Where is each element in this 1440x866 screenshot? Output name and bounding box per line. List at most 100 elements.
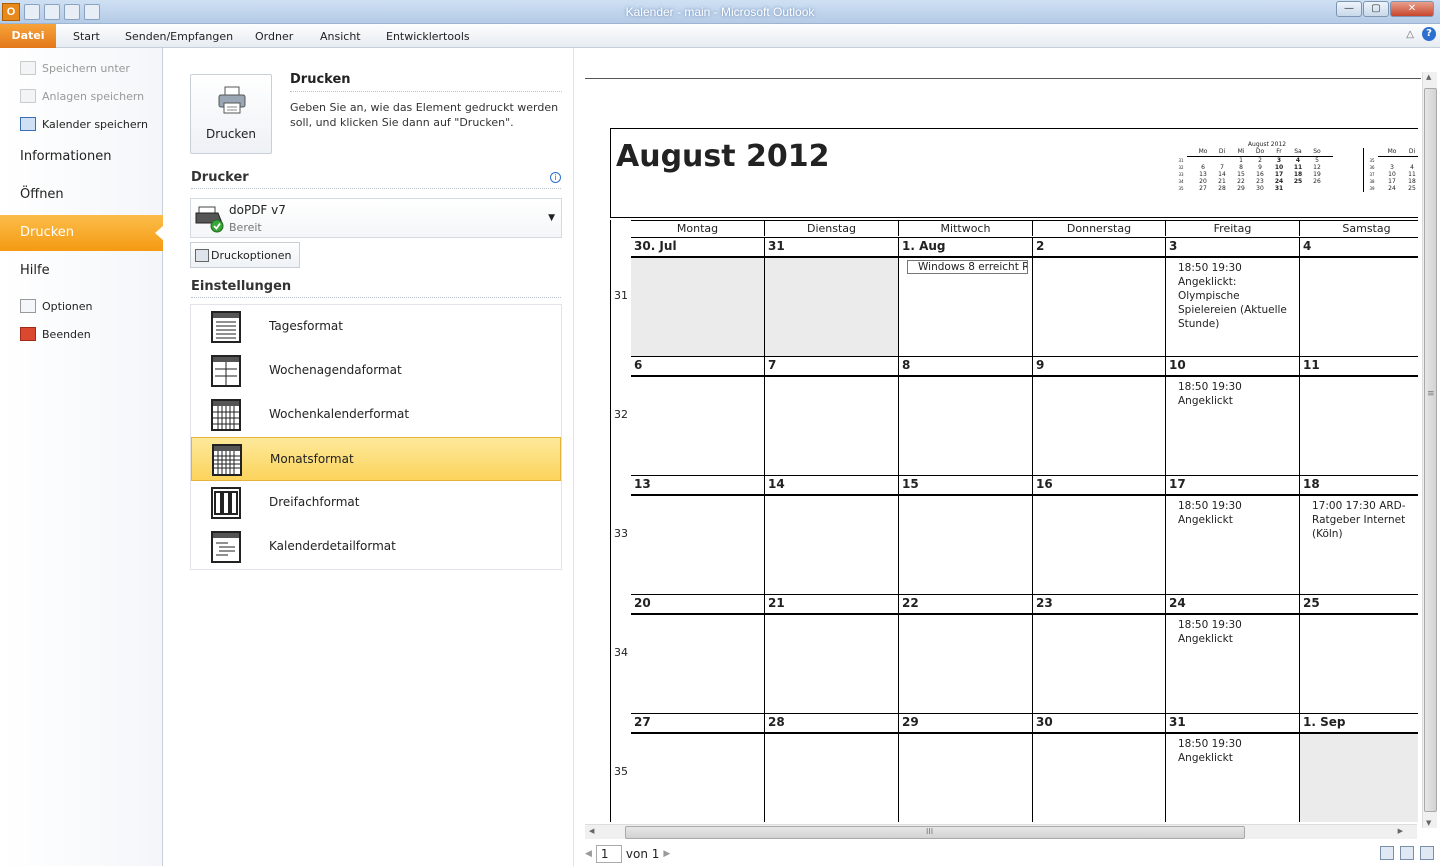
day-cell[interactable]: 15 [899,475,1033,594]
help-icon[interactable]: ? [1422,27,1436,41]
day-number: 15 [899,476,1032,496]
day-cell[interactable]: 9 [1033,356,1166,475]
page-number-input[interactable]: 1 [595,845,622,863]
mini-day: 4 [1410,164,1414,171]
week-row: 35 27 28 29 30 31 18:50 19:30 Angeklickt 1. Sep [611,713,1418,822]
print-options-label: Druckoptionen [211,248,292,262]
calendar-event[interactable]: 17:00 17:30 ARD-Ratgeber Internet (Köln) [1312,499,1418,541]
calendar-event[interactable]: Windows 8 erreicht RT [907,260,1028,274]
format-label: Tagesformat [269,319,343,333]
day-cell[interactable]: 10 18:50 19:30 Angeklickt [1166,356,1300,475]
format-wochenagendaformat[interactable]: Wochenagendaformat [191,349,561,393]
tab-senden-empfangen[interactable]: Senden/Empfangen [125,27,233,47]
nav-save-attachments-label: Anlagen speichern [42,89,145,103]
one-page-icon[interactable] [1400,846,1414,860]
scroll-left-icon[interactable]: ◀ [589,827,594,835]
maximize-button[interactable]: ▢ [1363,1,1389,17]
day-cell[interactable]: 1. Aug Windows 8 erreicht RT [899,237,1033,356]
horizontal-scroll-thumb[interactable]: III [625,826,1245,839]
nav-oeffnen[interactable]: Öffnen [0,177,163,213]
day-cell[interactable]: 28 [765,713,899,822]
day-cell[interactable]: 3 18:50 19:30 Angeklickt: Olympische Spie… [1166,237,1300,356]
day-cell[interactable]: 30 [1033,713,1166,822]
weekday-header: Montag [631,220,765,236]
week-row: 31 30. Jul 31 1. Aug Windows 8 erreicht RT 2 3… [611,237,1418,356]
day-cell[interactable]: 25 [1300,594,1418,713]
day-cell[interactable]: 31 [765,237,899,356]
previous-page-icon[interactable]: ◀ [585,849,592,859]
day-cell[interactable]: 21 [765,594,899,713]
calendar-event[interactable]: 18:50 19:30 Angeklickt [1178,618,1295,646]
minimize-button[interactable]: — [1336,1,1362,17]
format-tagesformat[interactable]: Tagesformat [191,305,561,349]
calendar-event[interactable]: 18:50 19:30 Angeklickt: Olympische Spiel… [1178,261,1295,331]
day-cell[interactable]: 7 [765,356,899,475]
day-cell[interactable]: 18 17:00 17:30 ARD-Ratgeber Internet (Köl… [1300,475,1418,594]
attachments-icon [20,89,36,103]
mini-day: 24 [1274,178,1284,185]
format-dreifachformat[interactable]: Dreifachformat [191,481,561,525]
day-cell[interactable]: 6 [631,356,765,475]
day-cell[interactable]: 13 [631,475,765,594]
day-cell[interactable]: 24 18:50 19:30 Angeklickt [1166,594,1300,713]
print-options-button[interactable]: Druckoptionen [190,242,300,268]
actual-size-icon[interactable] [1380,846,1394,860]
week-number: 35 [614,765,628,778]
format-kalenderdetailformat[interactable]: Kalenderdetailformat [191,525,561,569]
week-number: 32 [614,408,628,421]
nav-hilfe[interactable]: Hilfe [0,253,163,289]
tab-ordner[interactable]: Ordner [255,27,293,47]
vertical-scroll-thumb[interactable]: ≡ [1424,88,1437,812]
nav-beenden-label: Beenden [42,327,91,341]
nav-beenden[interactable]: Beenden [20,325,91,343]
vertical-scrollbar[interactable]: ▲ ≡ ▼ [1422,72,1437,828]
chevron-down-icon[interactable]: ▼ [548,213,555,223]
info-icon[interactable]: i [550,172,561,183]
calendar-event[interactable]: 18:50 19:30 Angeklickt [1178,380,1295,408]
weekday-header: Donnerstag [1033,220,1166,236]
nav-drucken[interactable]: Drucken [0,215,164,251]
mini-day: 14 [1218,171,1226,178]
format-monatsformat[interactable]: Monatsformat [191,437,561,481]
day-cell[interactable]: 20 [631,594,765,713]
tab-ansicht[interactable]: Ansicht [320,27,361,47]
day-cell[interactable]: 27 [631,713,765,822]
next-page-icon[interactable]: ▶ [663,849,670,859]
minimize-ribbon-icon[interactable]: △ [1406,29,1414,40]
preview-page[interactable]: August 2012 August 2012 Mo Di Mi Do Fr Sa So 31… [610,128,1418,822]
calendar-event[interactable]: 18:50 19:30 Angeklickt [1178,499,1295,527]
scroll-right-icon[interactable]: ▶ [1398,827,1403,835]
nav-save-calendar[interactable]: Kalender speichern [20,115,148,133]
day-cell[interactable]: 29 [899,713,1033,822]
day-cell[interactable]: 4 [1300,237,1418,356]
day-cell[interactable]: 11 [1300,356,1418,475]
day-cell[interactable]: 31 18:50 19:30 Angeklickt [1166,713,1300,822]
printer-dropdown[interactable]: doPDF v7 Bereit ▼ [190,198,562,238]
day-cell[interactable]: 8 [899,356,1033,475]
nav-save-attachments[interactable]: Anlagen speichern [20,87,144,105]
options-icon [20,299,36,313]
day-cell[interactable]: 17 18:50 19:30 Angeklickt [1166,475,1300,594]
day-cell[interactable]: 22 [899,594,1033,713]
day-cell[interactable]: 2 [1033,237,1166,356]
scroll-down-icon[interactable]: ▼ [1426,819,1431,827]
format-wochenkalenderformat[interactable]: Wochenkalenderformat [191,393,561,437]
multiple-pages-icon[interactable] [1420,846,1434,860]
nav-informationen[interactable]: Informationen [0,139,163,175]
nav-optionen[interactable]: Optionen [20,297,92,315]
nav-save-as[interactable]: Speichern unter [20,59,130,77]
horizontal-scrollbar[interactable]: ◀ III ▶ [585,824,1417,839]
tab-datei[interactable]: Datei [0,24,56,48]
print-button[interactable]: Drucken [190,74,272,154]
day-cell[interactable]: 30. Jul [631,237,765,356]
day-cell[interactable]: 1. Sep [1300,713,1418,822]
weekday-header: Dienstag [765,220,899,236]
close-button[interactable]: ✕ [1390,1,1434,17]
scroll-up-icon[interactable]: ▲ [1426,73,1431,81]
day-cell[interactable]: 23 [1033,594,1166,713]
day-cell[interactable]: 16 [1033,475,1166,594]
day-cell[interactable]: 14 [765,475,899,594]
tab-entwicklertools[interactable]: Entwicklertools [386,27,470,47]
tab-start[interactable]: Start [73,27,100,47]
calendar-event[interactable]: 18:50 19:30 Angeklickt [1178,737,1295,765]
